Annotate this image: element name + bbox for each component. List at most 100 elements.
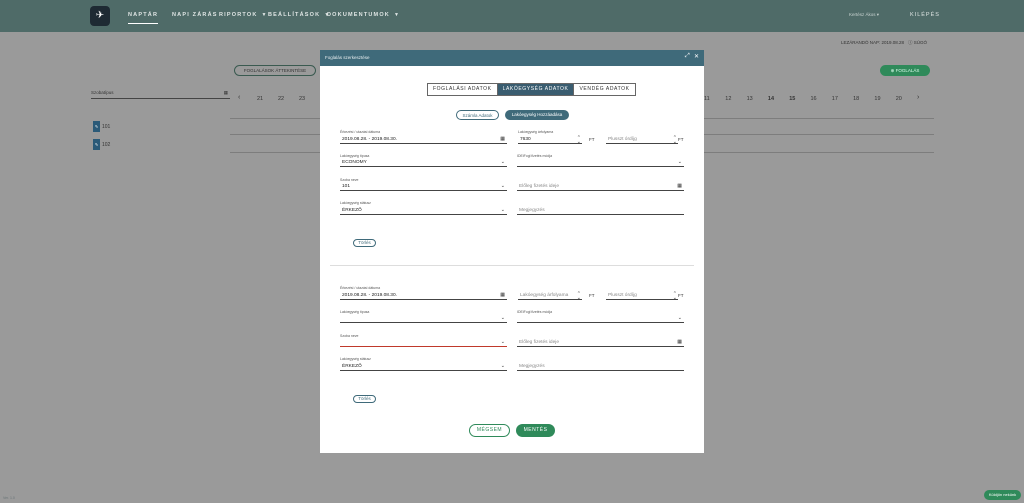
calendar-day[interactable]: 11 (704, 96, 710, 102)
modal-title: Foglalás szerkesztése (325, 55, 370, 60)
add-unit-button[interactable]: Lakóegység Hozzáadása (505, 110, 569, 120)
unit-status-value: ÉRKEZŐ (342, 208, 362, 213)
discount-placeholder: Plusszt órdíjg (608, 293, 637, 298)
tab-guest-data[interactable]: VENDÉG ADATOK (574, 84, 634, 95)
calendar-day[interactable]: 20 (896, 96, 902, 102)
delete-unit-button[interactable]: Törlés (353, 395, 376, 403)
nav-napi-zaras[interactable]: NAPI ZÁRÁS (172, 12, 218, 18)
room-type-select[interactable]: Szobatípus ▦ (91, 90, 230, 99)
cancel-button[interactable]: MÉGSEM (469, 424, 510, 437)
feedback-button[interactable]: Küldjön nekünk (984, 490, 1021, 500)
room-name: 102 (102, 142, 111, 148)
prev-arrow-icon[interactable]: ‹ (238, 94, 240, 101)
top-navigation-bar: ✈ NAPTÁR NAPI ZÁRÁS RIPORTOK ▼ BEÁLLÍTÁSO… (0, 0, 1024, 32)
next-arrow-icon[interactable]: › (917, 94, 919, 101)
maximize-icon[interactable]: ⤢ (685, 53, 690, 60)
spinner-arrows-icon[interactable]: ⌃ ⌄ (673, 292, 677, 301)
chevron-down-icon: ⌄ (500, 315, 505, 321)
room-edit-button[interactable]: ✎ (93, 121, 100, 132)
calendar-day[interactable]: 15 (789, 96, 795, 102)
delete-unit-button[interactable]: Törlés (353, 239, 376, 247)
payment-method-select[interactable]: ⌄ (517, 159, 684, 167)
user-menu[interactable]: Kertész Ákos ▾ (849, 12, 879, 18)
unit-status-select[interactable]: ÉRKEZŐ ⌄ (340, 207, 507, 215)
deposit-date-input[interactable]: Előleg fizetés ideje ▦ (517, 339, 684, 347)
unit-price-value: 7630 (520, 137, 531, 142)
unit-type-label: Lakóegység típusa (340, 310, 370, 314)
unit-status-label: Lakóegység státusz (340, 201, 371, 205)
deposit-date-placeholder: Előleg fizetés ideje (519, 340, 559, 345)
note-placeholder: Megjegyzés (519, 364, 545, 369)
calendar-icon: ▦ (677, 339, 682, 345)
calendar-day[interactable]: 22 (278, 96, 284, 102)
note-placeholder: Megjegyzés (519, 208, 545, 213)
chevron-down-icon: ⌄ (500, 207, 505, 213)
calendar-day[interactable]: 16 (811, 96, 817, 102)
chevron-down-icon: ⌄ (500, 183, 505, 189)
spinner-arrows-icon[interactable]: ⌃ ⌄ (673, 136, 677, 145)
payment-method-select[interactable]: ⌄ (517, 315, 684, 323)
unit-price-input[interactable]: 7630 ⌃ ⌄ (518, 136, 582, 145)
date-range-input[interactable]: 2019.08.28. - 2019.08.30. ▦ (340, 136, 507, 144)
date-range-value: 2019.08.28. - 2019.08.30. (342, 137, 397, 142)
room-name-select[interactable]: 101 ⌄ (340, 183, 507, 191)
spinner-arrows-icon[interactable]: ⌃ ⌄ (577, 136, 581, 145)
calendar-icon: ▦ (677, 183, 682, 189)
close-icon[interactable]: ✕ (694, 53, 699, 60)
currency-label: FT (678, 293, 684, 298)
bookings-overview-button[interactable]: FOGLALÁSOK ÁTTEKINTÉSE (234, 65, 316, 76)
chevron-down-icon: ⌄ (677, 159, 682, 165)
unit-type-label: Lakóegység típusa (340, 154, 370, 158)
tab-unit-data[interactable]: LAKÓEGYSÉG ADATOK (497, 84, 575, 95)
calendar-day[interactable]: 13 (747, 96, 753, 102)
deposit-date-input[interactable]: Előleg fizetés ideje ▦ (517, 183, 684, 191)
nav-naptar[interactable]: NAPTÁR (128, 12, 159, 24)
unit-status-select[interactable]: ÉRKEZŐ ⌄ (340, 363, 507, 371)
calendar-day[interactable]: 23 (299, 96, 305, 102)
app-logo[interactable]: ✈ (90, 6, 110, 26)
modal-header: Foglalás szerkesztése ⤢ ✕ (320, 50, 704, 66)
room-edit-button[interactable]: ✎ (93, 139, 100, 150)
calendar-day[interactable]: 21 (257, 96, 263, 102)
calendar-icon: ▦ (223, 90, 228, 95)
spinner-arrows-icon[interactable]: ⌃ ⌄ (577, 292, 581, 301)
currency-label: FT (589, 137, 595, 142)
calendar-day[interactable]: 19 (874, 96, 880, 102)
calendar-day[interactable]: 17 (832, 96, 838, 102)
calendar-day[interactable]: 12 (725, 96, 731, 102)
help-link[interactable]: ⓘ SÚGÓ (908, 40, 927, 46)
date-range-label: Érkezési / utazási dátuma (340, 130, 381, 134)
help-label: SÚGÓ (913, 40, 928, 45)
chevron-down-icon: ⌄ (677, 315, 682, 321)
room-name-select[interactable]: ⌄ (340, 339, 507, 347)
note-input[interactable]: Megjegyzés (517, 363, 684, 371)
unit-type-select[interactable]: ⌄ (340, 315, 507, 323)
currency-label: FT (589, 293, 595, 298)
calendar-day[interactable]: 18 (853, 96, 859, 102)
unit-price-input[interactable]: Lakóegység árfolyama ⌃ ⌄ (518, 292, 582, 301)
nav-riportok-label: RIPORTOK (219, 12, 258, 18)
nav-dokumentumok-label: DOKUMENTUMOK (327, 12, 390, 18)
invoice-data-button[interactable]: Számla Adatok (456, 110, 499, 120)
tab-booking-data[interactable]: FOGLALÁSI ADATOK (428, 84, 498, 95)
discount-input[interactable]: Plusszt órdíjg ⌃ ⌄ (606, 136, 678, 145)
new-booking-button[interactable]: ⊕ FOGLALÁS (880, 65, 930, 76)
note-input[interactable]: Megjegyzés (517, 207, 684, 215)
nav-riportok[interactable]: RIPORTOK ▼ (219, 12, 268, 18)
nav-beallitasok-label: BEÁLLÍTÁSOK (268, 12, 321, 18)
logout-link[interactable]: KILÉPÉS (910, 12, 940, 18)
info-icon: ⓘ (908, 40, 913, 45)
discount-input[interactable]: Plusszt órdíjg ⌃ ⌄ (606, 292, 678, 301)
save-button[interactable]: MENTÉS (516, 424, 555, 437)
calendar-day[interactable]: 14 (768, 96, 774, 102)
nav-beallitasok[interactable]: BEÁLLÍTÁSOK ▼ (268, 12, 330, 18)
chevron-down-icon: ⌄ (500, 159, 505, 165)
room-name-label: Szoba neve (340, 178, 359, 182)
unit-status-value: ÉRKEZŐ (342, 364, 362, 369)
date-range-value: 2019.08.28. - 2019.08.30. (342, 293, 397, 298)
date-range-input[interactable]: 2019.08.28. - 2019.08.30. ▦ (340, 292, 507, 300)
room-name-label: Szoba neve (340, 334, 359, 338)
unit-type-select[interactable]: ECONOMY ⌄ (340, 159, 507, 167)
section-divider (330, 265, 694, 266)
nav-dokumentumok[interactable]: DOKUMENTUMOK ▼ (327, 12, 400, 18)
